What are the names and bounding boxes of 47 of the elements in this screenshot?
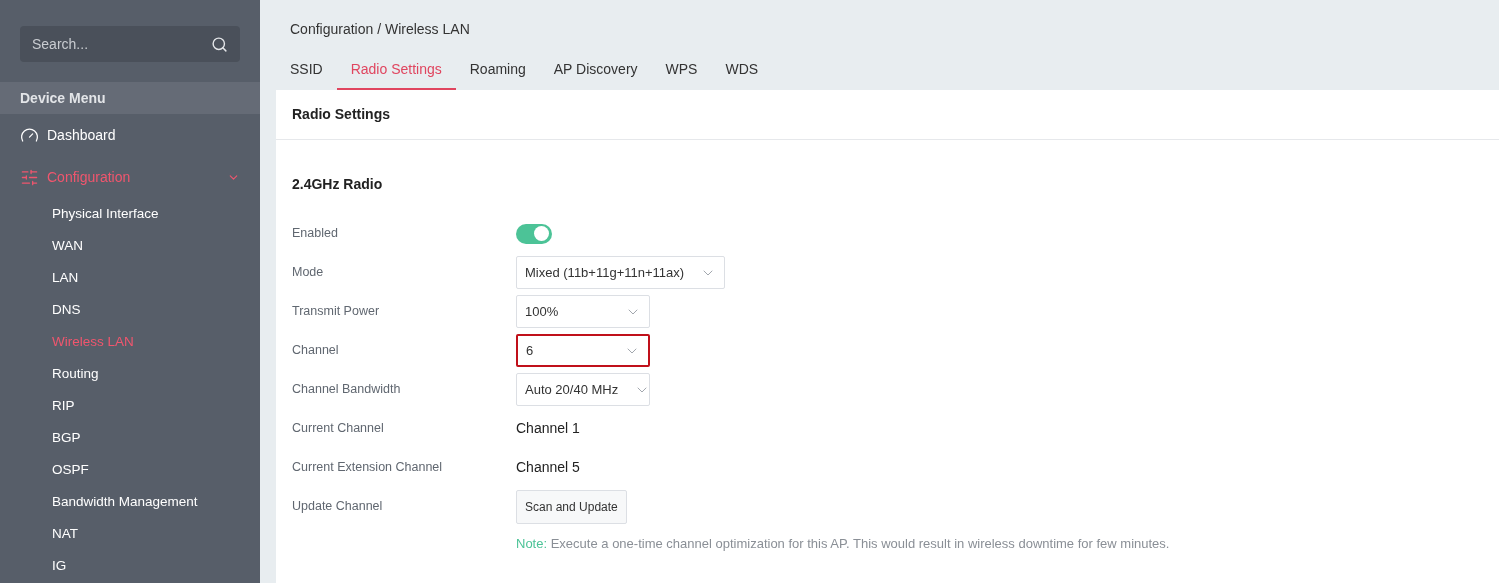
field-label: Current Channel	[292, 420, 385, 438]
field-label: Mode	[292, 264, 325, 282]
sliders-icon	[20, 167, 39, 187]
search-icon	[211, 36, 228, 53]
select-field[interactable]: 100%	[516, 295, 650, 328]
tab[interactable]: WPS	[651, 50, 712, 90]
field-value: Channel 1	[516, 419, 580, 438]
nav-label: Dashboard	[47, 125, 117, 145]
tab[interactable]: WDS	[711, 50, 773, 90]
section-title: 2.4GHz Radio	[292, 175, 384, 194]
select-field[interactable]: Mixed (11b+11g+11n+11ax)	[516, 256, 726, 289]
card-title: Radio Settings	[276, 90, 1499, 140]
nav-subitem[interactable]: Routing	[0, 358, 260, 390]
field-label: Current Extension Channel	[292, 459, 444, 477]
field-label: Enabled	[292, 225, 339, 243]
nav-subitem[interactable]: Physical Interface	[0, 198, 260, 230]
nav-item[interactable]: Dashboard	[0, 114, 260, 156]
select-field[interactable]: Auto 20/40 MHz	[516, 373, 650, 406]
select-value: 6	[526, 341, 534, 360]
select-value: Auto 20/40 MHz	[525, 380, 619, 399]
note-text: Note: Execute a one-time channel optimization for this AP. This would result in wireless downtime for few minutes.	[515, 535, 1171, 553]
field-label: Transmit Power	[292, 303, 381, 321]
field-value: Channel 5	[516, 458, 580, 477]
nav-subitem[interactable]: BGP	[0, 422, 260, 454]
select-field[interactable]: 6	[516, 334, 650, 367]
select-value: 100%	[525, 302, 559, 321]
tab[interactable]: SSID	[290, 50, 337, 90]
nav-subitem[interactable]: IG	[0, 550, 260, 582]
select-value: Mixed (11b+11g+11n+11ax)	[525, 263, 685, 282]
tab[interactable]: Roaming	[455, 50, 540, 90]
nav-subitem[interactable]: LAN	[0, 262, 260, 294]
nav-label: Configuration	[47, 167, 132, 187]
field-label: Update Channel	[292, 498, 384, 516]
nav-subitem[interactable]: DNS	[0, 294, 260, 326]
breadcrumb: Configuration / Wireless LAN	[289, 20, 471, 39]
nav-subitem[interactable]: Bandwidth Management	[0, 486, 260, 518]
nav-subitem[interactable]: RIP	[0, 390, 260, 422]
search-field[interactable]: Search...	[20, 26, 240, 62]
field-label: Channel	[292, 342, 340, 360]
section-header: Device Menu	[0, 82, 260, 114]
field-label: Channel Bandwidth	[292, 381, 402, 399]
nav-subitem[interactable]: NAT	[0, 518, 260, 550]
nav-subitem[interactable]: WAN	[0, 230, 260, 262]
tab[interactable]: AP Discovery	[539, 50, 652, 90]
scan-button[interactable]: Scan and Update	[516, 489, 627, 524]
toggle-switch[interactable]	[516, 223, 552, 244]
nav-subitem[interactable]: OSPF	[0, 454, 260, 486]
